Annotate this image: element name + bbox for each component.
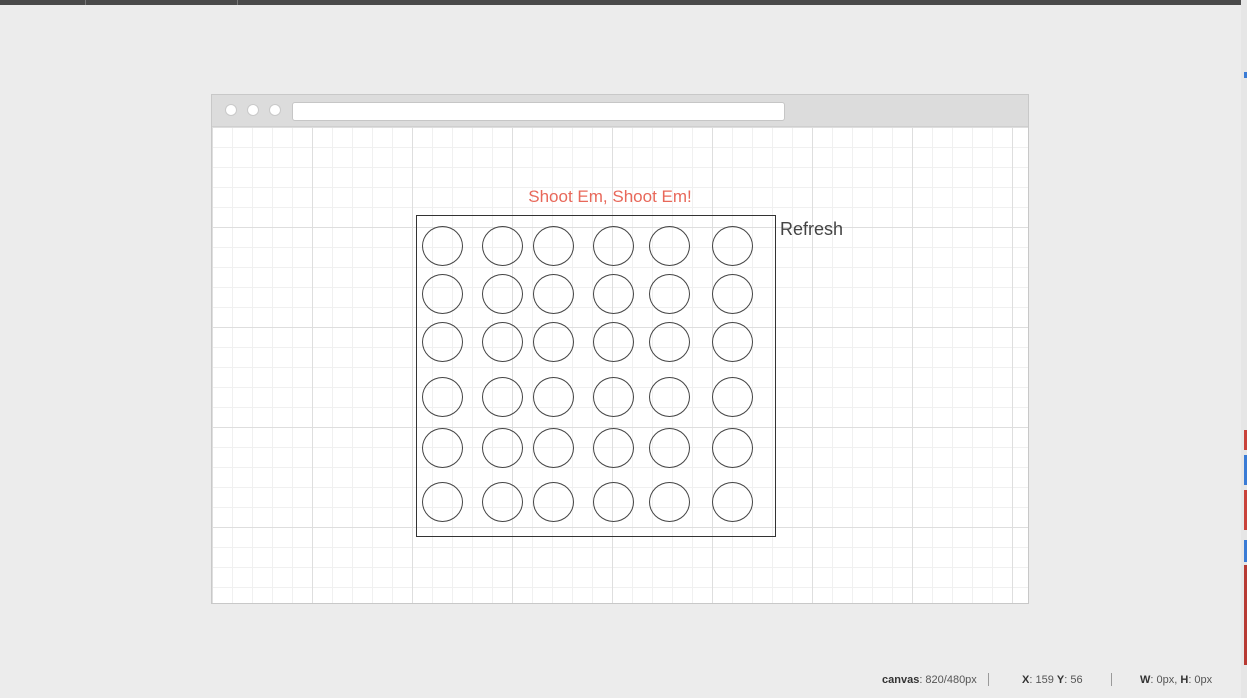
target-circle[interactable] (422, 377, 463, 417)
target-circle[interactable] (649, 377, 690, 417)
target-circle[interactable] (422, 428, 463, 468)
game-title: Shoot Em, Shoot Em! (528, 187, 692, 206)
target-circle[interactable] (649, 428, 690, 468)
target-circle[interactable] (422, 482, 463, 522)
window-minimize-dot[interactable] (247, 104, 259, 116)
game-board[interactable] (416, 215, 776, 537)
target-circle[interactable] (649, 482, 690, 522)
target-circle[interactable] (593, 274, 634, 314)
browser-mockup-window: Shoot Em, Shoot Em! Refresh (211, 94, 1029, 604)
target-circle[interactable] (533, 377, 574, 417)
target-circle[interactable] (712, 322, 753, 362)
target-circle[interactable] (482, 377, 523, 417)
browser-title-bar (212, 95, 1028, 127)
target-circle[interactable] (593, 322, 634, 362)
target-circle[interactable] (422, 322, 463, 362)
target-circle[interactable] (533, 482, 574, 522)
target-circle[interactable] (712, 482, 753, 522)
app-top-bar (0, 0, 1241, 5)
status-divider (1111, 673, 1112, 686)
window-close-dot[interactable] (225, 104, 237, 116)
selection-size-readout: W: 0px, H: 0px (1140, 674, 1213, 686)
target-circle[interactable] (593, 428, 634, 468)
target-circle[interactable] (649, 226, 690, 266)
target-circle[interactable] (533, 226, 574, 266)
target-circle[interactable] (422, 226, 463, 266)
target-circle[interactable] (533, 322, 574, 362)
cursor-position-readout: X: 159 Y: 56 (1022, 674, 1083, 686)
target-circle[interactable] (593, 226, 634, 266)
target-circle[interactable] (482, 274, 523, 314)
top-bar-divider (85, 0, 86, 5)
window-maximize-dot[interactable] (269, 104, 281, 116)
target-circle[interactable] (593, 377, 634, 417)
target-circle[interactable] (482, 428, 523, 468)
target-circle[interactable] (482, 482, 523, 522)
target-circle[interactable] (712, 428, 753, 468)
status-bar: canvas: 820/480px X: 159 Y: 56 W: 0px, H… (0, 668, 1241, 694)
target-circle[interactable] (712, 377, 753, 417)
target-circle[interactable] (422, 274, 463, 314)
target-circle[interactable] (649, 322, 690, 362)
status-divider (988, 673, 989, 686)
target-circle[interactable] (482, 226, 523, 266)
canvas-size-readout: canvas: 820/480px (882, 674, 977, 686)
design-canvas[interactable]: Shoot Em, Shoot Em! Refresh (212, 127, 1028, 603)
refresh-button[interactable]: Refresh (780, 219, 843, 240)
target-circle[interactable] (712, 226, 753, 266)
target-circle[interactable] (482, 322, 523, 362)
target-circle[interactable] (533, 274, 574, 314)
address-bar[interactable] (292, 102, 785, 121)
target-circle[interactable] (533, 428, 574, 468)
side-panel-edge (1241, 0, 1247, 698)
target-circle[interactable] (712, 274, 753, 314)
top-bar-divider (237, 0, 238, 5)
target-circle[interactable] (593, 482, 634, 522)
target-circle[interactable] (649, 274, 690, 314)
